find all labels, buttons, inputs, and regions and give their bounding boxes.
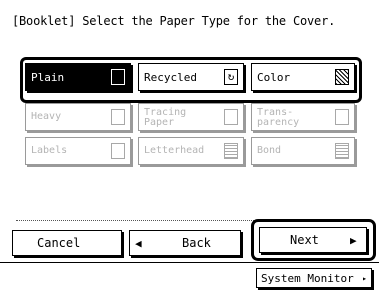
paper-type-label: Tracing Paper — [144, 107, 187, 128]
cancel-label: Cancel — [37, 236, 81, 250]
recycled-paper-icon: ↻ — [224, 69, 238, 85]
next-button[interactable]: Next ▶ — [259, 227, 367, 253]
transparency-icon — [335, 109, 349, 125]
labels-icon — [111, 143, 125, 159]
plain-paper-icon — [111, 69, 125, 85]
paper-type-label: Color — [257, 71, 291, 84]
color-paper-icon — [335, 69, 349, 85]
back-button[interactable]: ◀ Back — [129, 230, 241, 256]
letterhead-icon — [224, 143, 238, 159]
cancel-button[interactable]: Cancel — [12, 230, 122, 256]
paper-type-recycled-button[interactable]: Recycled ↻ — [138, 63, 244, 91]
system-monitor-label: System Monitor — [261, 272, 354, 285]
page-title: [Booklet] Select the Paper Type for the … — [12, 14, 336, 28]
paper-type-transparency-button: Trans-parency — [251, 103, 355, 131]
divider — [16, 220, 370, 221]
paper-type-label: Trans-parency — [257, 107, 300, 128]
paper-type-label: Recycled — [144, 71, 197, 84]
paper-type-heavy-button: Heavy — [25, 103, 131, 131]
next-label: Next — [290, 233, 319, 247]
paper-type-label: Heavy — [31, 111, 62, 122]
system-monitor-button[interactable]: System Monitor ▸ — [256, 268, 372, 288]
paper-type-tracing-button: Tracing Paper — [138, 103, 244, 131]
paper-type-letterhead-button: Letterhead — [138, 137, 244, 165]
next-arrow-icon: ▶ — [350, 234, 357, 247]
paper-type-label: Letterhead — [144, 145, 205, 156]
paper-type-label: Labels — [31, 145, 68, 156]
paper-type-bond-button: Bond — [251, 137, 355, 165]
tracing-paper-icon — [224, 109, 238, 125]
paper-type-labels-button: Labels — [25, 137, 131, 165]
back-label: Back — [182, 236, 211, 250]
heavy-paper-icon — [111, 109, 125, 125]
arrow-right-icon: ▸ — [362, 274, 367, 283]
paper-type-plain-button[interactable]: Plain — [25, 63, 131, 91]
back-arrow-icon: ◀ — [135, 237, 142, 250]
bond-paper-icon — [335, 143, 349, 159]
paper-type-label: Plain — [31, 71, 65, 84]
footer-divider — [0, 262, 379, 263]
paper-type-label: Bond — [257, 145, 282, 156]
paper-type-color-button[interactable]: Color — [251, 63, 355, 91]
